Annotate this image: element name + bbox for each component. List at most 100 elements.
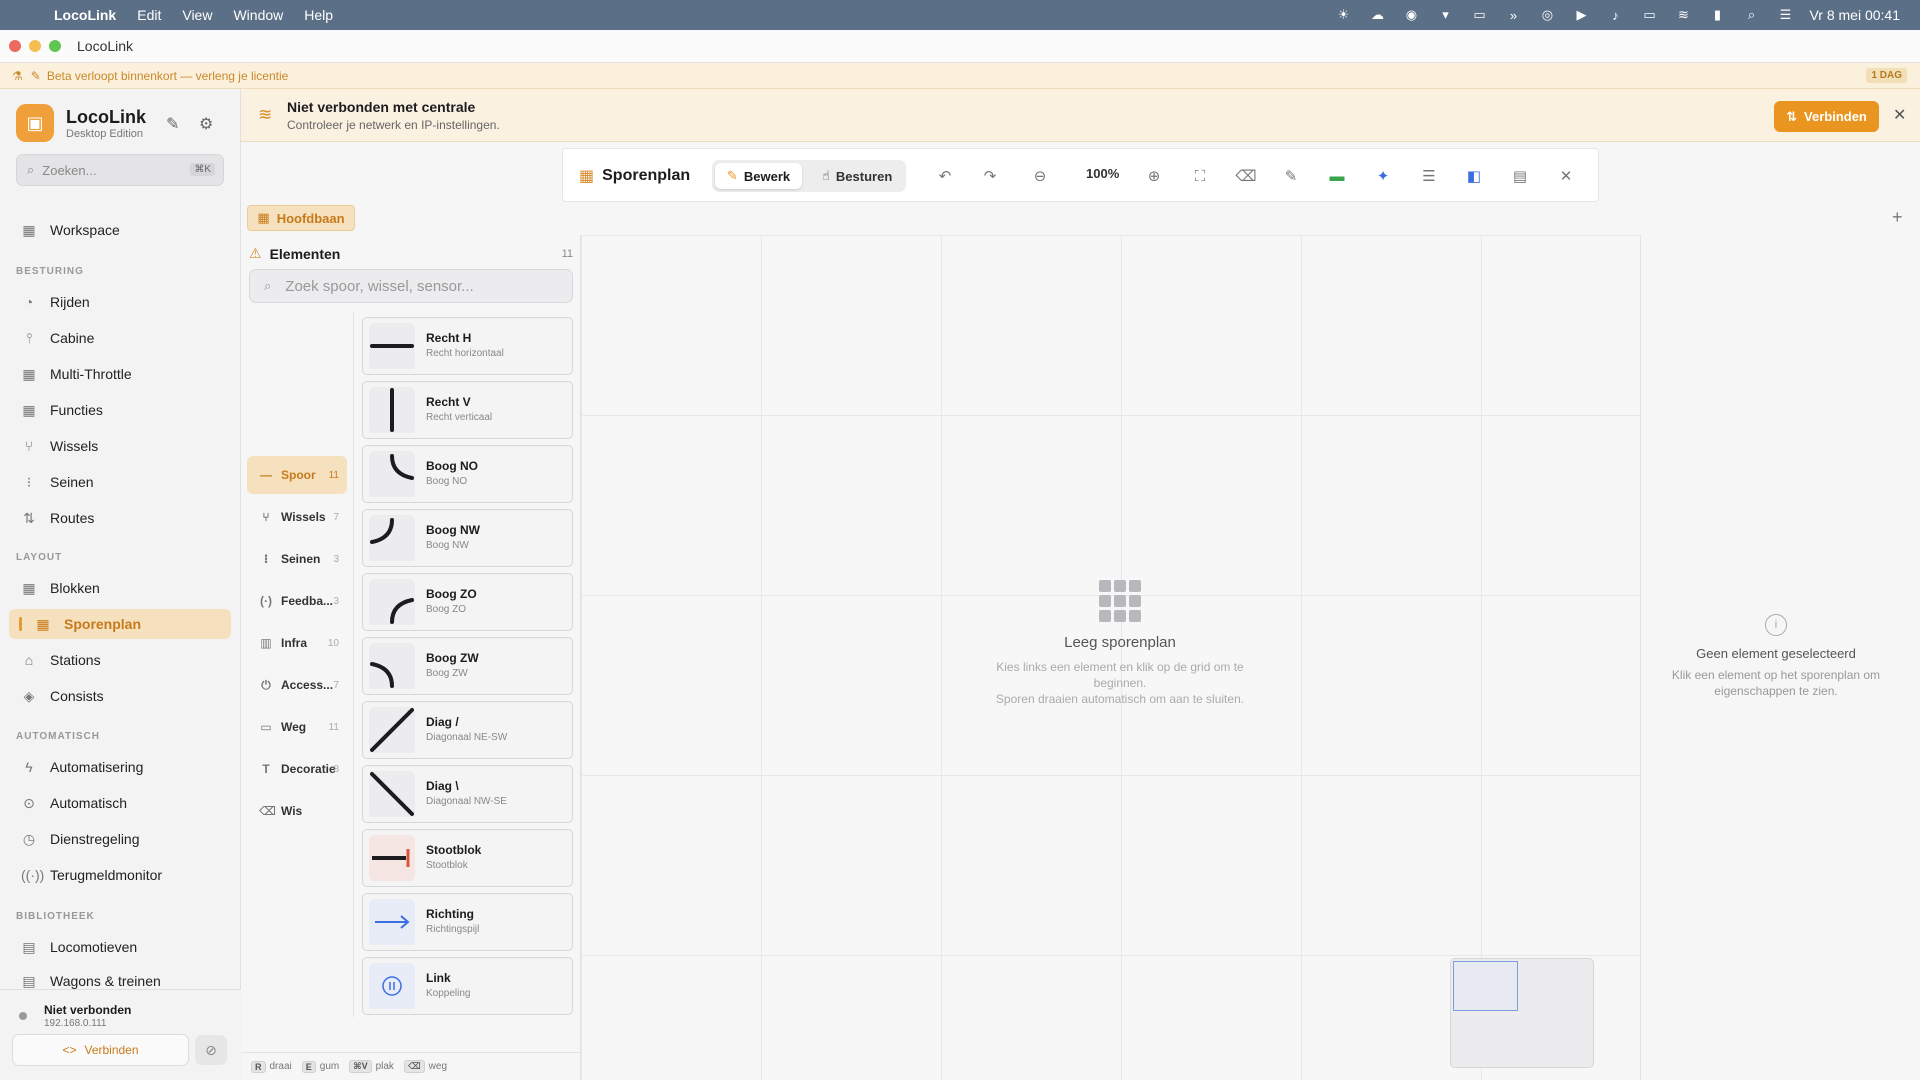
menu-app[interactable]: LocoLink [54, 7, 116, 23]
compose-icon[interactable]: ✎ [166, 114, 179, 134]
category-seinen[interactable]: ⁝ Seinen 3 [247, 540, 347, 578]
brightness-icon[interactable]: ☀ [1333, 5, 1353, 25]
delete-icon[interactable]: ✕ [1555, 165, 1577, 187]
sidebar-item-rijden[interactable]: ◔ Rijden [0, 287, 241, 317]
beta-text[interactable]: Beta verloopt binnenkort — verleng je li… [47, 69, 288, 83]
element-stootblok[interactable]: Stootblok Stootblok [362, 829, 573, 887]
element-recht-v[interactable]: Recht V Recht verticaal [362, 381, 573, 439]
search-icon[interactable]: ⌕ [1741, 5, 1761, 25]
sidebar-item-label: Sporenplan [64, 616, 142, 632]
forward-icon[interactable]: » [1503, 5, 1523, 25]
menu-edit[interactable]: Edit [137, 7, 161, 23]
play-icon[interactable]: ▶ [1571, 5, 1591, 25]
screen-icon[interactable]: ▭ [1469, 5, 1489, 25]
panel-icon[interactable]: ◧ [1463, 165, 1485, 187]
user-circle-icon[interactable]: ◎ [1537, 5, 1557, 25]
fit-icon[interactable]: ⛶ [1189, 165, 1211, 187]
eraser-icon: ⌫ [259, 804, 276, 818]
category-feedback[interactable]: (·) Feedba... 3 [247, 582, 347, 620]
section-automatisch: AUTOMATISCH [16, 731, 100, 742]
element-boog-no[interactable]: Boog NO Boog NO [362, 445, 573, 503]
sidebar-item-workspace[interactable]: ▦ Workspace [0, 215, 241, 245]
category-infra[interactable]: ▥ Infra 10 [247, 624, 347, 662]
close-window-button[interactable] [9, 40, 21, 52]
redo-icon[interactable]: ↷ [979, 165, 1001, 187]
wifi-icon[interactable]: ≋ [1673, 5, 1693, 25]
volume-icon[interactable]: ♪ [1605, 5, 1625, 25]
element-boog-zo[interactable]: Boog ZO Boog ZO [362, 573, 573, 631]
sidebar-item-consists[interactable]: ◈ Consists [0, 681, 241, 711]
elements-search-placeholder: Zoek spoor, wissel, sensor... [285, 277, 474, 295]
control-center-icon[interactable]: ☰ [1775, 5, 1795, 25]
category-decoratie[interactable]: T Decoratie 8 [247, 750, 347, 788]
add-tab-icon[interactable]: + [1892, 207, 1903, 228]
battery-icon[interactable]: ▮ [1707, 5, 1727, 25]
category-accessoires[interactable]: ⏻ Access... 7 [247, 666, 347, 704]
sidebar-item-wissels[interactable]: ⑂ Wissels [0, 431, 241, 461]
menu-help[interactable]: Help [304, 7, 333, 23]
brush-icon[interactable]: ✎ [1280, 165, 1302, 187]
element-link[interactable]: Link Koppeling [362, 957, 573, 1015]
element-richting[interactable]: Richting Richtingspijl [362, 893, 573, 951]
element-boog-nw[interactable]: Boog NW Boog NW [362, 509, 573, 567]
mode-control-button[interactable]: ☝ Besturen [810, 163, 904, 189]
zoom-in-icon[interactable]: ⊕ [1143, 165, 1165, 187]
element-boog-zw[interactable]: Boog ZW Boog ZW [362, 637, 573, 695]
sidebar-item-wagons[interactable]: ▤ Wagons & treinen [0, 967, 241, 989]
sidebar-item-dienstregeling[interactable]: ◷ Dienstregeling [0, 824, 241, 854]
category-wissels[interactable]: ⑂ Wissels 7 [247, 498, 347, 536]
sidebar-item-routes[interactable]: ⇅ Routes [0, 503, 241, 533]
sidebar-item-functies[interactable]: ▦ Functies [0, 395, 241, 425]
radio-waves-icon: ((·)) [21, 867, 45, 883]
element-name: Link [426, 971, 451, 985]
category-count: 7 [333, 679, 339, 691]
list-icon[interactable]: ☰ [1418, 165, 1440, 187]
minimize-window-button[interactable] [29, 40, 41, 52]
ruler-icon[interactable]: ▬ [1326, 165, 1348, 187]
undo-icon[interactable]: ↶ [934, 165, 956, 187]
close-icon[interactable]: ✕ [1893, 105, 1906, 125]
zoom-out-icon[interactable]: ⊖ [1029, 165, 1051, 187]
sparkles-icon[interactable]: ✦ [1372, 165, 1394, 187]
category-wis[interactable]: ⌫ Wis [247, 792, 347, 830]
paint-icon[interactable]: ▤ [1509, 165, 1531, 187]
menu-view[interactable]: View [182, 7, 212, 23]
minimap-viewport[interactable] [1453, 961, 1518, 1011]
clock[interactable]: Vr 8 mei 00:41 [1809, 7, 1900, 23]
tab-hoofdbaan[interactable]: ▦ Hoofdbaan [247, 205, 355, 231]
category-weg[interactable]: ▭ Weg 11 [247, 708, 347, 746]
minimap[interactable] [1450, 958, 1594, 1068]
cloud-icon[interactable]: ☁ [1367, 5, 1387, 25]
sidebar-item-sporenplan[interactable]: ▦ Sporenplan [9, 609, 231, 639]
element-recht-h[interactable]: Recht H Recht horizontaal [362, 317, 573, 375]
cup-icon[interactable]: ▾ [1435, 5, 1455, 25]
sidebar-item-multi-throttle[interactable]: ▦ Multi-Throttle [0, 359, 241, 389]
alert-connect-label: Verbinden [1804, 109, 1867, 124]
sidebar-item-automatisering[interactable]: ϟ Automatisering [0, 752, 241, 782]
sidebar-item-cabine[interactable]: ⫯ Cabine [0, 323, 241, 353]
settings-gear-icon[interactable]: ⚙ [199, 114, 213, 134]
category-spoor[interactable]: — Spoor 11 [247, 456, 347, 494]
alert-connect-button[interactable]: ⇅ Verbinden [1774, 101, 1879, 132]
sidebar-item-seinen[interactable]: ⁝ Seinen [0, 467, 241, 497]
disconnect-icon[interactable]: ⊘ [195, 1035, 227, 1065]
shortcut-label: plak [375, 1061, 394, 1072]
sidebar-item-locomotieven[interactable]: ▤ Locomotieven [0, 932, 241, 962]
zoom-window-button[interactable] [49, 40, 61, 52]
grammarly-icon[interactable]: ◉ [1401, 5, 1421, 25]
track-plan-canvas[interactable]: Leeg sporenplan Kies links een element e… [580, 235, 1641, 1080]
status-dot [19, 1012, 27, 1020]
sidebar-connect-button[interactable]: <> Verbinden [12, 1034, 189, 1066]
sidebar-item-terugmeldmonitor[interactable]: ((·)) Terugmeldmonitor [0, 860, 241, 890]
element-diag-ne[interactable]: Diag / Diagonaal NE-SW [362, 701, 573, 759]
sidebar-item-blokken[interactable]: ▦ Blokken [0, 573, 241, 603]
menu-window[interactable]: Window [233, 7, 283, 23]
sidebar-search[interactable]: ⌕ Zoeken... ⌘K [16, 154, 224, 186]
mode-edit-button[interactable]: ✎ Bewerk [715, 163, 803, 189]
element-diag-nw[interactable]: Diag \ Diagonaal NW-SE [362, 765, 573, 823]
clear-icon[interactable]: ⌫ [1235, 165, 1257, 187]
elements-search[interactable]: ⌕ Zoek spoor, wissel, sensor... [249, 269, 573, 303]
sidebar-item-stations[interactable]: ⌂ Stations [0, 645, 241, 675]
display-icon[interactable]: ▭ [1639, 5, 1659, 25]
sidebar-item-automatisch[interactable]: ⊙ Automatisch [0, 788, 241, 818]
